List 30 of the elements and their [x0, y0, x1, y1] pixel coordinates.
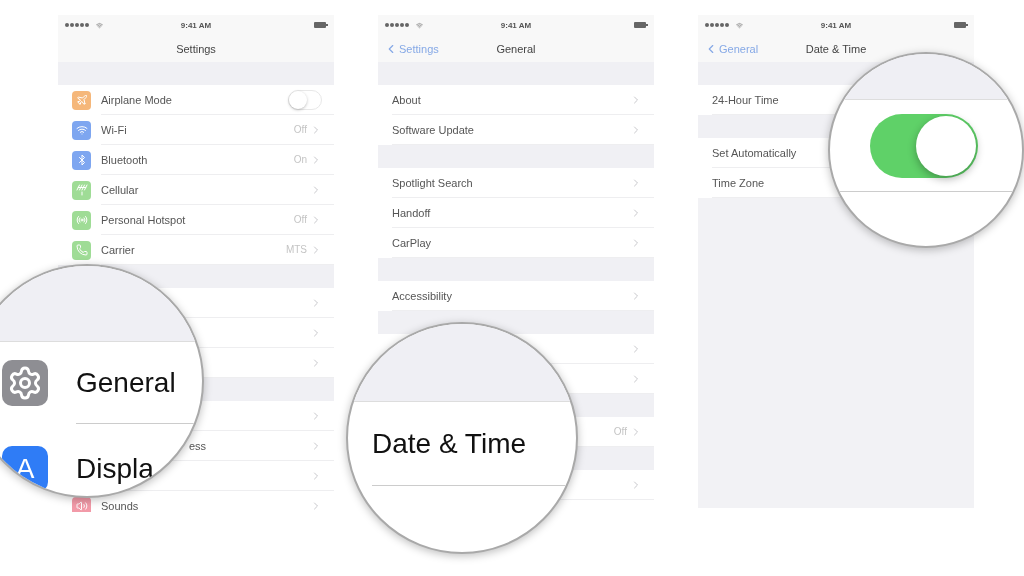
row-label: Accessibility: [392, 289, 452, 302]
status-time: 9:41 AM: [500, 20, 532, 30]
row-label: Bluetooth: [101, 153, 148, 166]
row-label: About: [392, 93, 421, 106]
screen-title: General: [496, 42, 536, 55]
row-label: Wi-Fi: [101, 123, 127, 136]
status-time: 9:41 AM: [180, 20, 212, 30]
row-label: Date & Time: [372, 427, 527, 460]
screen-title: Settings: [176, 42, 216, 55]
row-label: Time Zone: [712, 176, 765, 189]
row-label: Set Automatically: [712, 146, 797, 159]
screen-title: Date & Time: [805, 42, 867, 55]
row-label: CarPlay: [392, 236, 432, 249]
row-value: On: [293, 154, 307, 165]
row-label: Handoff: [392, 206, 431, 219]
row-label: ess: [189, 439, 207, 452]
row-value: Off: [293, 214, 307, 225]
row-label: General: [76, 366, 176, 399]
row-label: Software Update: [392, 123, 474, 136]
status-time: 9:41 AM: [820, 20, 852, 30]
row-value: Off: [293, 124, 307, 135]
row-label: Personal Hotspot: [101, 213, 186, 226]
row-label: Sounds: [101, 499, 139, 512]
row-label: Airplane Mode: [101, 93, 172, 106]
row-value: MTS: [285, 244, 307, 255]
row-label: Carrier: [101, 243, 135, 256]
row-value: Off: [613, 426, 627, 437]
row-label: Spotlight Search: [392, 176, 473, 189]
row-label: Cellular: [101, 183, 139, 196]
row-label: 24-Hour Time: [712, 93, 779, 106]
